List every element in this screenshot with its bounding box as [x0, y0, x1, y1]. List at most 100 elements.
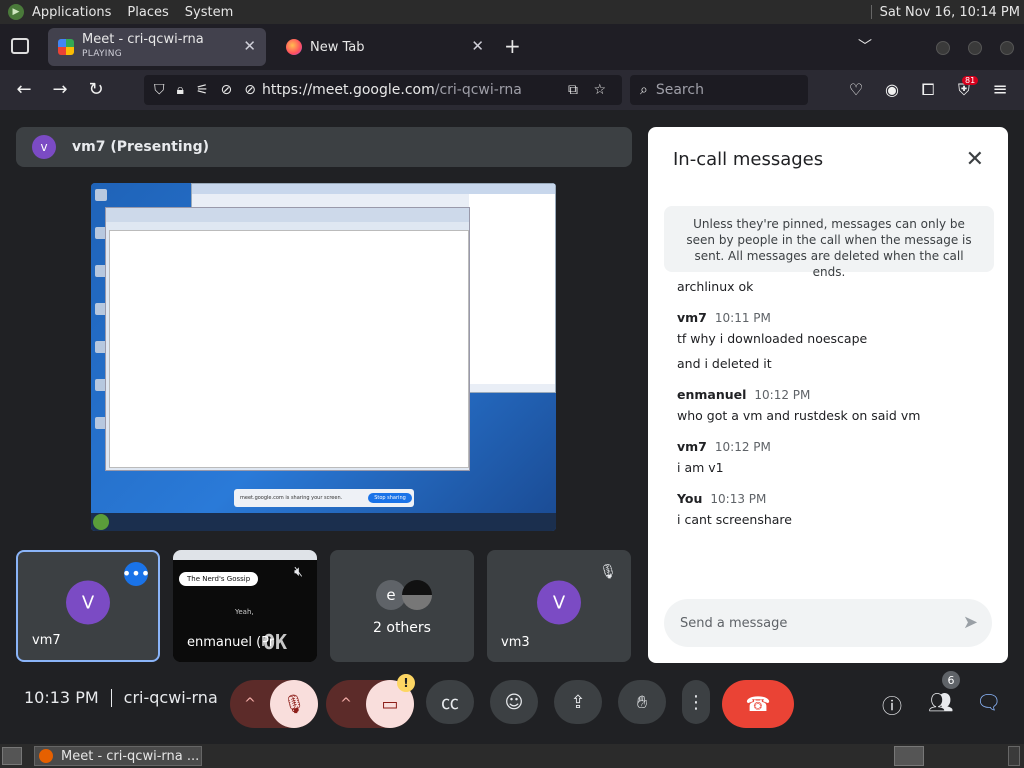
search-bar[interactable]: ⌕ Search: [630, 75, 808, 105]
tab-new-tab[interactable]: New Tab ✕: [276, 28, 494, 66]
extension-badge: 81: [962, 76, 979, 85]
url-path: /cri-qcwi-rna: [434, 82, 522, 98]
shared-browser-page: [109, 230, 469, 468]
message-header: You 10:13 PM: [677, 491, 987, 506]
mic-off-icon: 🎙︎: [599, 564, 617, 580]
tab-playing-label: PLAYING: [82, 49, 123, 59]
participant-name: vm7: [32, 633, 61, 648]
maximize-window-button[interactable]: [968, 41, 982, 55]
video-settings-caret-icon[interactable]: ^: [326, 696, 366, 712]
shared-screen[interactable]: meet.google.com is sharing your screen. …: [91, 183, 556, 531]
participant-tile-vm3[interactable]: V 🎙︎ vm3: [487, 550, 631, 662]
firefox-favicon-icon: [286, 39, 302, 55]
os-clock[interactable]: Sat Nov 16, 10:14 PM: [870, 0, 1020, 24]
close-tab-icon[interactable]: ✕: [243, 37, 256, 55]
taskbar-window-meet[interactable]: Meet - cri-qcwi-rna ...: [34, 746, 202, 766]
message-sender: You: [677, 491, 703, 506]
tray-box[interactable]: [1008, 746, 1020, 766]
minimize-window-button[interactable]: [936, 41, 950, 55]
participant-tile-others[interactable]: e 2 others: [330, 550, 474, 662]
screen: ▶ Applications Places System Sat Nov 16,…: [0, 0, 1024, 768]
message-header: vm7 10:12 PM: [677, 439, 987, 454]
participant-tile-vm7[interactable]: V ••• vm7: [16, 550, 160, 662]
os-taskbar: Meet - cri-qcwi-rna ...: [0, 744, 1024, 768]
tab-list-icon[interactable]: [11, 38, 29, 54]
reload-icon[interactable]: ↻: [85, 79, 107, 101]
new-tab-plus-icon[interactable]: +: [504, 34, 521, 58]
forward-arrow-icon[interactable]: →: [49, 79, 71, 101]
permissions-icon[interactable]: ⚟: [196, 82, 209, 98]
show-desktop-button[interactable]: [2, 747, 22, 765]
camera-blocked-icon[interactable]: ⊘: [221, 82, 233, 98]
screen-share-indicator-icon[interactable]: ⧉: [568, 82, 578, 98]
leave-call-button[interactable]: ☎︎: [722, 680, 794, 728]
extensions-icon[interactable]: ⧠: [917, 79, 939, 101]
close-tab-icon[interactable]: ✕: [471, 37, 484, 55]
more-options-button[interactable]: ⋮: [682, 680, 710, 724]
chat-title: In-call messages: [673, 149, 824, 170]
info-divider: [110, 688, 112, 707]
menu-places[interactable]: Places: [119, 5, 176, 20]
chat-icon[interactable]: 🗨︎: [976, 690, 1001, 714]
others-avatar-photo: [402, 580, 432, 610]
camera-warning-badge: !: [397, 674, 415, 692]
message-input-placeholder: Send a message: [680, 615, 788, 631]
tab-title: New Tab: [310, 39, 365, 55]
message-sender: vm7: [677, 439, 707, 454]
mic-off-button[interactable]: 🎙︎: [270, 680, 318, 728]
participant-name: enmanuel (Pr: [187, 635, 275, 650]
audio-settings-caret-icon[interactable]: ^: [230, 696, 270, 712]
participant-tile-enmanuel[interactable]: The Nerd's Gossip Yeah, OK 🔇︎ enmanuel (…: [173, 550, 317, 662]
message-time: 10:11 PM: [714, 311, 771, 325]
participant-name: 2 others: [373, 620, 431, 636]
menu-applications[interactable]: Applications: [24, 5, 119, 20]
message-text: i am v1: [677, 460, 724, 475]
menu-hamburger-icon[interactable]: ≡: [989, 79, 1011, 101]
workspace-switcher[interactable]: [894, 746, 924, 766]
message-time: 10:13 PM: [710, 492, 767, 506]
people-icon[interactable]: 👥︎: [928, 690, 953, 714]
back-arrow-icon[interactable]: ←: [13, 79, 35, 101]
presenting-bar[interactable]: v vm7 (Presenting): [16, 127, 632, 167]
shared-browser-window: [105, 207, 470, 471]
meet-stage: v vm7 (Presenting) meet.google.com is sh…: [0, 110, 1024, 744]
mic-control-group: ^ 🎙︎: [230, 680, 318, 728]
message-time: 10:12 PM: [754, 388, 811, 402]
video-window-header: [173, 550, 317, 560]
send-icon[interactable]: ➤: [963, 612, 978, 633]
clock-text: Sat Nov 16, 10:14 PM: [879, 4, 1020, 20]
menu-system[interactable]: System: [177, 5, 241, 20]
message-input[interactable]: Send a message ➤: [664, 599, 992, 647]
emoji-reaction-button[interactable]: ☺: [490, 680, 538, 724]
search-icon: ⌕: [640, 82, 648, 98]
meeting-details-icon[interactable]: ⓘ: [882, 690, 902, 719]
list-all-tabs-chevron-icon[interactable]: ﹀: [858, 36, 872, 56]
bookmark-star-icon[interactable]: ☆: [593, 82, 606, 98]
video-text: Yeah,: [235, 608, 254, 616]
present-screen-button[interactable]: ⇪: [554, 680, 602, 724]
meeting-time: 10:13 PM: [24, 688, 99, 707]
raise-hand-button[interactable]: ✋︎: [618, 680, 666, 724]
account-icon[interactable]: ◉: [881, 79, 903, 101]
message-sender: vm7: [677, 310, 707, 325]
meeting-info: 10:13 PM cri-qcwi-rna: [24, 688, 218, 707]
pocket-icon[interactable]: ♡: [845, 79, 867, 101]
explorer-side-pane: [469, 194, 555, 384]
chat-messages[interactable]: archlinux ok vm7 10:11 PM tf why i downlo…: [677, 277, 987, 567]
tab-meet[interactable]: Meet - cri-qcwi-rna PLAYING ✕: [48, 28, 266, 66]
close-window-button[interactable]: [1000, 41, 1014, 55]
message-sender: enmanuel: [677, 387, 747, 402]
shield-icon[interactable]: ⛉: [154, 82, 165, 98]
mic-blocked-icon[interactable]: ⊘: [244, 82, 256, 98]
more-options-icon[interactable]: •••: [122, 562, 150, 586]
sharing-notification: meet.google.com is sharing your screen. …: [234, 489, 414, 507]
lock-icon[interactable]: 🔒︎: [177, 82, 184, 98]
firefox-icon: [39, 749, 53, 763]
os-top-panel: ▶ Applications Places System Sat Nov 16,…: [0, 0, 1024, 24]
captions-button[interactable]: ㏄: [426, 680, 474, 724]
address-bar[interactable]: ⛉ 🔒︎ ⚟ ⊘ ⊘ https://meet.google.com/cri-q…: [144, 75, 622, 105]
presenter-avatar: v: [32, 135, 56, 159]
participant-avatar: V: [537, 580, 581, 625]
close-chat-icon[interactable]: ✕: [966, 147, 984, 172]
os-logo-icon[interactable]: ▶: [8, 4, 24, 20]
